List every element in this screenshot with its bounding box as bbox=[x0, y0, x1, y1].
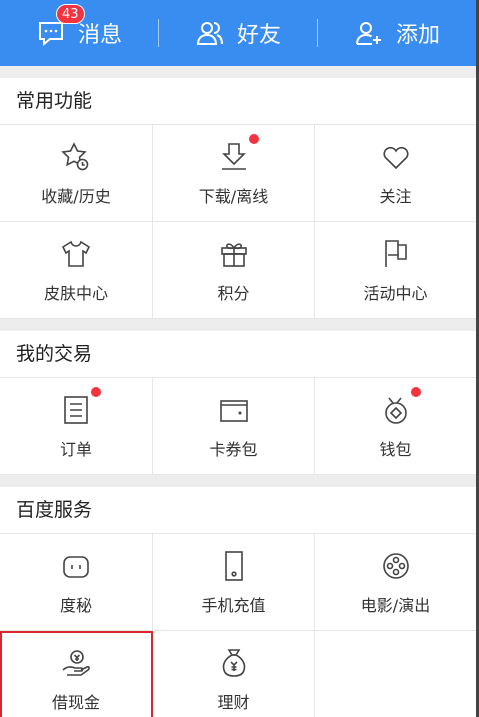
section-title: 百度服务 bbox=[0, 487, 476, 534]
notification-dot bbox=[248, 133, 259, 144]
activity-center-item[interactable]: 活动中心 bbox=[315, 222, 476, 319]
item-label: 皮肤中心 bbox=[43, 283, 108, 303]
messages-button[interactable]: 43 消息 bbox=[0, 0, 158, 66]
my-trades-section: 我的交易 订单 卡券包 钱包 bbox=[0, 331, 476, 475]
item-label: 理财 bbox=[217, 692, 250, 712]
section-title: 我的交易 bbox=[0, 331, 476, 378]
dumi-item[interactable]: 度秘 bbox=[0, 534, 153, 631]
messages-label: 消息 bbox=[77, 23, 122, 48]
download-icon bbox=[217, 133, 259, 174]
item-label: 度秘 bbox=[59, 595, 92, 615]
phone-recharge-item[interactable]: 手机充值 bbox=[153, 534, 315, 631]
item-label: 积分 bbox=[217, 283, 250, 303]
purse-icon bbox=[379, 386, 421, 427]
item-label: 卡券包 bbox=[209, 439, 258, 459]
item-label: 收藏/历史 bbox=[41, 186, 111, 206]
add-label: 添加 bbox=[395, 23, 440, 48]
heart-icon bbox=[379, 140, 413, 174]
favorites-history-item[interactable]: 收藏/历史 bbox=[0, 125, 153, 222]
baidu-services-section: 百度服务 度秘 手机充值 电影/演出 借现金 理财 bbox=[0, 487, 476, 717]
add-person-icon bbox=[354, 18, 384, 48]
follow-item[interactable]: 关注 bbox=[315, 125, 476, 222]
order-list-icon bbox=[59, 386, 101, 427]
download-offline-item[interactable]: 下载/离线 bbox=[153, 125, 315, 222]
notification-dot bbox=[410, 386, 421, 397]
empty-cell bbox=[315, 631, 476, 717]
item-label: 电影/演出 bbox=[360, 595, 431, 615]
item-label: 订单 bbox=[59, 439, 92, 459]
coupons-item[interactable]: 卡券包 bbox=[153, 378, 315, 475]
film-reel-icon bbox=[379, 549, 413, 583]
item-label: 下载/离线 bbox=[198, 186, 269, 206]
item-label: 借现金 bbox=[51, 692, 100, 712]
gift-icon bbox=[217, 237, 251, 271]
item-label: 活动中心 bbox=[363, 283, 428, 303]
item-label: 钱包 bbox=[379, 439, 412, 459]
message-count-badge: 43 bbox=[55, 4, 85, 24]
friends-label: 好友 bbox=[236, 23, 281, 48]
section-title: 常用功能 bbox=[0, 78, 476, 125]
friends-button[interactable]: 好友 bbox=[159, 0, 317, 66]
people-icon bbox=[195, 18, 225, 48]
skin-center-item[interactable]: 皮肤中心 bbox=[0, 222, 153, 319]
star-clock-icon bbox=[59, 140, 93, 174]
movie-show-item[interactable]: 电影/演出 bbox=[315, 534, 476, 631]
item-label: 手机充值 bbox=[201, 595, 266, 615]
add-button[interactable]: 添加 bbox=[318, 0, 476, 66]
assistant-icon bbox=[59, 549, 93, 583]
chat-bubble-icon: 43 bbox=[36, 4, 85, 48]
tshirt-icon bbox=[59, 237, 93, 271]
orders-item[interactable]: 订单 bbox=[0, 378, 153, 475]
wealth-management-item[interactable]: 理财 bbox=[153, 631, 315, 717]
flag-icon bbox=[379, 237, 413, 271]
notification-dot bbox=[91, 386, 101, 397]
hand-coin-icon bbox=[59, 646, 93, 680]
money-bag-icon bbox=[217, 646, 251, 680]
common-functions-section: 常用功能 收藏/历史 下载/离线 关注 皮肤中心 积分 活动中心 bbox=[0, 78, 476, 319]
wallet-card-icon bbox=[217, 393, 251, 427]
borrow-cash-item[interactable]: 借现金 bbox=[0, 631, 153, 717]
phone-icon bbox=[217, 549, 251, 583]
wallet-item[interactable]: 钱包 bbox=[315, 378, 476, 475]
points-item[interactable]: 积分 bbox=[153, 222, 315, 319]
item-label: 关注 bbox=[379, 186, 412, 206]
top-bar: 43 消息 好友 添加 bbox=[0, 0, 476, 66]
